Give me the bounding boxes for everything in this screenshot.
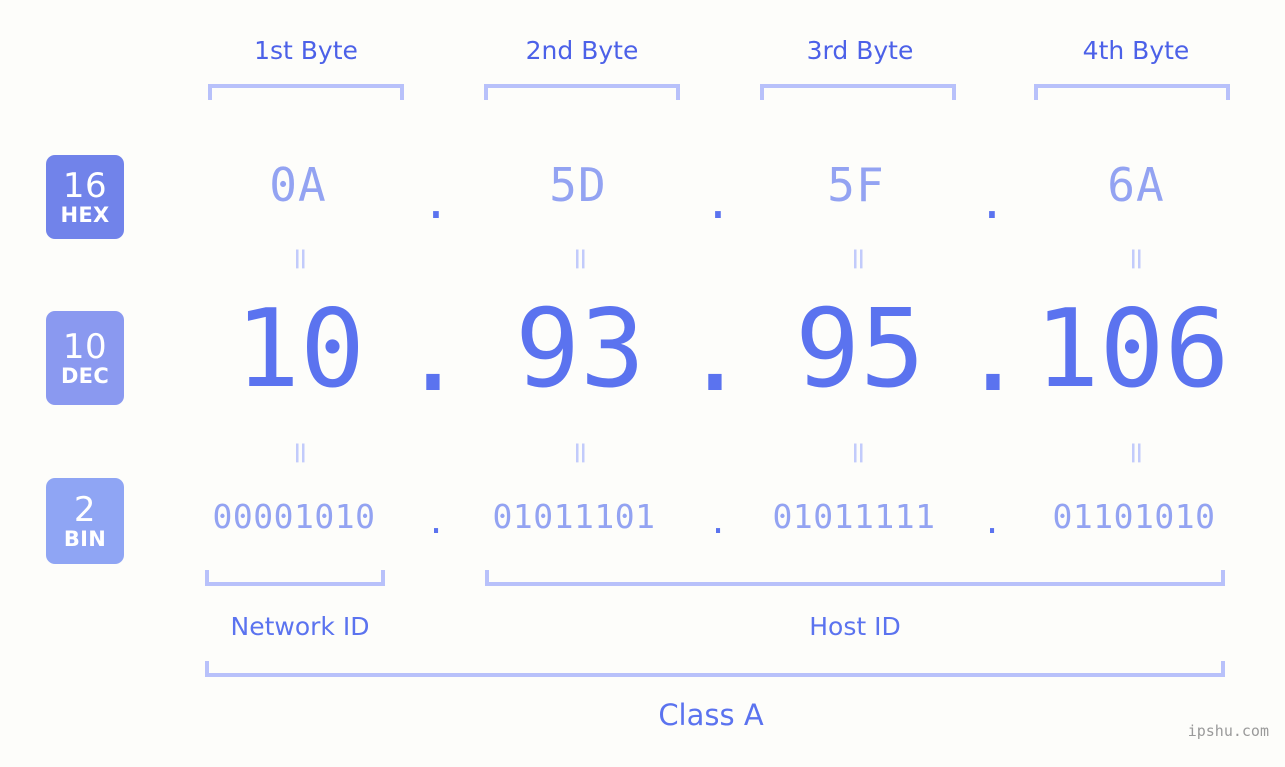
equality-mark-hex-dec-1: = [283,246,318,272]
dec-value-byte-2: 93 [514,287,646,412]
equality-mark-dec-bin-2: = [563,440,598,466]
byte-bracket-2 [484,84,680,100]
byte-header-label-2: 2nd Byte [525,36,639,65]
radix-badge-dec-name: DEC [60,363,110,388]
equality-mark-hex-dec-3: = [841,246,876,272]
equality-mark-dec-bin-1: = [283,440,318,466]
dec-value-byte-3: 95 [794,287,926,412]
radix-badge-hex-name: HEX [60,202,110,227]
equality-mark-hex-dec-2: = [563,246,598,272]
equality-mark-dec-bin-4: = [1119,440,1154,466]
network-id-bracket [205,570,385,586]
bin-value-byte-2: 01011101 [492,497,656,536]
radix-badge-hex: 16 HEX [46,155,124,239]
radix-badge-hex-number: 16 [62,165,108,206]
byte-bracket-1 [208,84,404,100]
radix-badge-dec-number: 10 [62,326,108,367]
equality-mark-hex-dec-4: = [1119,246,1154,272]
radix-badge-bin-number: 2 [73,489,97,530]
host-id-label: Host ID [809,612,901,641]
hex-value-byte-2: 5D [549,158,607,212]
byte-header-label-1: 1st Byte [254,36,358,65]
bin-value-byte-4: 01101010 [1052,497,1216,536]
byte-header-label-4: 4th Byte [1082,36,1190,65]
hex-separator-3: . [978,175,1006,229]
site-watermark: ipshu.com [1187,722,1269,740]
host-id-bracket [485,570,1225,586]
class-bracket [205,661,1225,677]
ip-breakdown-diagram: 1st Byte 2nd Byte 3rd Byte 4th Byte 16 H… [0,0,1285,767]
dec-separator-1: . [400,291,466,416]
byte-bracket-4 [1034,84,1230,100]
radix-badge-bin: 2 BIN [46,478,124,564]
bin-value-byte-1: 00001010 [212,497,376,536]
byte-header-label-3: 3rd Byte [806,36,914,65]
bin-separator-3: . [982,502,1002,541]
class-label: Class A [658,698,764,732]
bin-value-byte-3: 01011111 [772,497,936,536]
equality-mark-dec-bin-3: = [841,440,876,466]
radix-badge-dec: 10 DEC [46,311,124,405]
dec-value-byte-4: 106 [1034,287,1230,412]
hex-value-byte-3: 5F [827,158,885,212]
hex-separator-1: . [422,175,450,229]
hex-value-byte-4: 6A [1107,158,1165,212]
hex-value-byte-1: 0A [269,158,327,212]
network-id-label: Network ID [230,612,370,641]
dec-value-byte-1: 10 [234,287,366,412]
byte-bracket-3 [760,84,956,100]
radix-badge-bin-name: BIN [63,526,107,551]
